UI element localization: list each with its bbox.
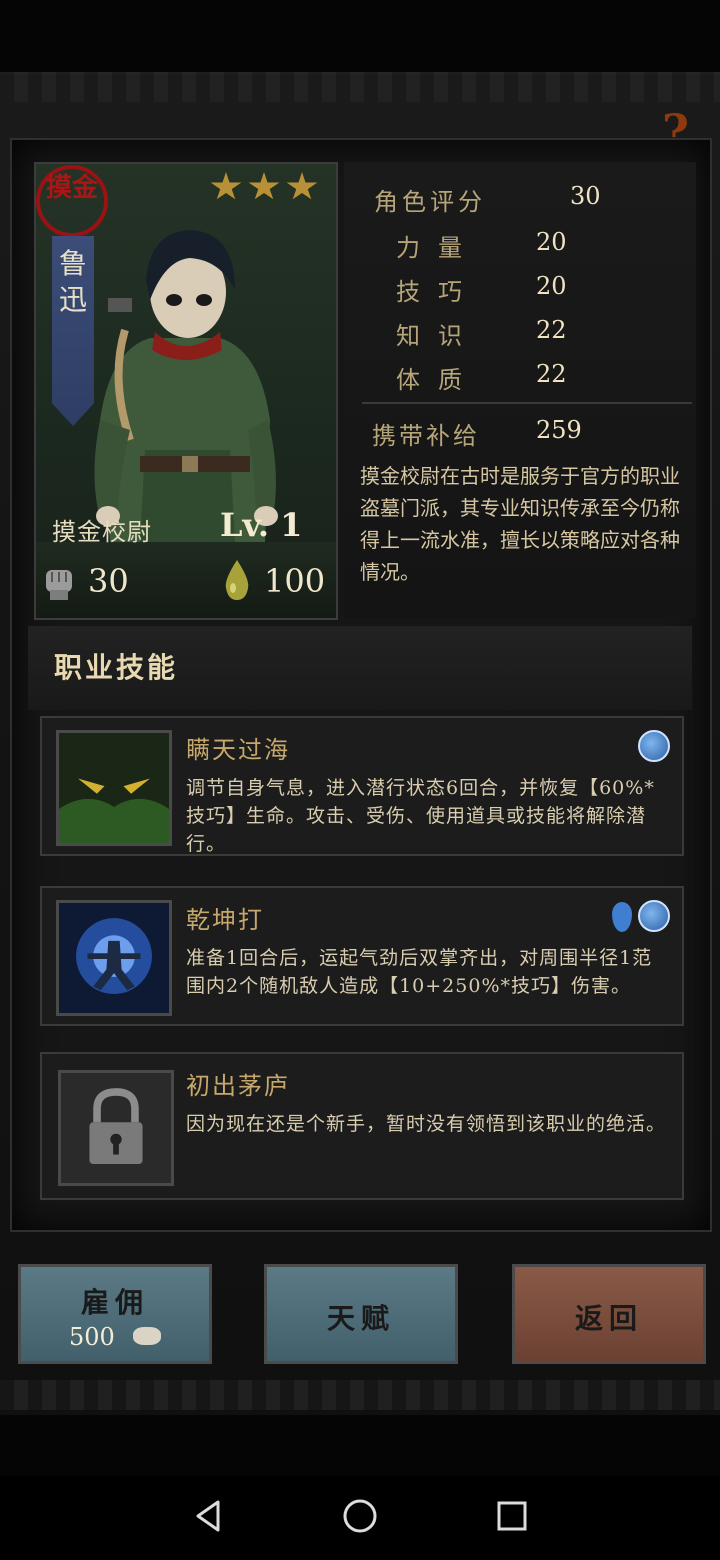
stat-label: 力量 bbox=[396, 234, 480, 262]
stat-value: 259 bbox=[536, 416, 582, 444]
star-icon bbox=[210, 172, 242, 200]
stat-label: 携带补给 bbox=[372, 422, 480, 450]
hero-class: 摸金校尉 bbox=[52, 518, 152, 546]
hire-label: 雇佣 bbox=[80, 1286, 149, 1319]
recents-nav-icon[interactable] bbox=[492, 1496, 532, 1536]
shadow-eyes-icon bbox=[56, 730, 172, 846]
stat-physique: 体质 22 bbox=[344, 360, 696, 396]
skill-description: 调节自身气息，进入潜行状态6回合，并恢复【60%*技巧】生命。攻击、受伤、使用道… bbox=[186, 777, 655, 855]
home-nav-icon[interactable] bbox=[340, 1496, 380, 1536]
stat-rating: 角色评分 30 bbox=[344, 182, 696, 218]
stat-label: 角色评分 bbox=[374, 188, 486, 216]
hp-value: 100 bbox=[264, 562, 326, 600]
divider bbox=[362, 402, 692, 404]
stat-value: 20 bbox=[536, 228, 567, 256]
hire-button[interactable]: 雇佣 500 bbox=[18, 1264, 212, 1364]
skill-card[interactable]: 瞒天过海 调节自身气息，进入潜行状态6回合，并恢复【60%*技巧】生命。攻击、受… bbox=[40, 716, 684, 856]
coin-icon bbox=[133, 1327, 161, 1345]
stat-value: 30 bbox=[570, 182, 601, 210]
skill-name: 初出茅庐 bbox=[186, 1072, 290, 1100]
class-seal: 摸金 bbox=[36, 165, 108, 237]
skills-header: 职业技能 bbox=[54, 651, 179, 684]
hp-drop-icon bbox=[225, 560, 249, 600]
skill-name: 瞒天过海 bbox=[186, 736, 290, 764]
stat-label: 技巧 bbox=[396, 278, 480, 306]
stat-value: 20 bbox=[536, 272, 567, 300]
water-drop-icon bbox=[612, 902, 632, 932]
back-label: 返回 bbox=[574, 1302, 643, 1335]
star-rating bbox=[210, 172, 330, 206]
stat-supply: 携带补给 259 bbox=[344, 416, 696, 452]
hero-name: 鲁迅 bbox=[58, 247, 87, 316]
class-description: 摸金校尉在古时是服务于官方的职业盗墓门派，其专业知识传承至今仍称得上一流水准，擅… bbox=[360, 464, 680, 584]
stat-value: 22 bbox=[536, 360, 567, 388]
hire-cost: 500 bbox=[69, 1323, 115, 1351]
stat-strength: 力量 20 bbox=[344, 228, 696, 264]
stress-value: 30 bbox=[88, 562, 129, 600]
yin-yang-icon bbox=[638, 900, 670, 932]
back-button[interactable]: 返回 bbox=[512, 1264, 706, 1364]
talent-label: 天赋 bbox=[326, 1302, 395, 1335]
fist-icon bbox=[46, 570, 72, 600]
lock-icon bbox=[58, 1070, 174, 1186]
talent-button[interactable]: 天赋 bbox=[264, 1264, 458, 1364]
skill-name: 乾坤打 bbox=[186, 906, 264, 934]
palm-strike-icon bbox=[56, 900, 172, 1016]
skill-description: 准备1回合后，运起气劲后双掌齐出，对周围半径1范围内2个随机敌人造成【10+25… bbox=[186, 947, 653, 997]
stat-label: 知识 bbox=[396, 322, 480, 350]
hero-figure-image bbox=[94, 230, 278, 542]
skill-card[interactable]: 初出茅庐 因为现在还是个新手，暂时没有领悟到该职业的绝活。 bbox=[40, 1052, 684, 1200]
star-icon bbox=[248, 172, 280, 200]
yin-yang-icon bbox=[638, 730, 670, 762]
stat-skill: 技巧 20 bbox=[344, 272, 696, 308]
skill-description: 因为现在还是个新手，暂时没有领悟到该职业的绝活。 bbox=[186, 1113, 667, 1135]
skill-card[interactable]: 乾坤打 准备1回合后，运起气劲后双掌齐出，对周围半径1范围内2个随机敌人造成【1… bbox=[40, 886, 684, 1026]
hero-level: Lv. 1 bbox=[220, 506, 303, 544]
stat-knowledge: 知识 22 bbox=[344, 316, 696, 352]
back-nav-icon[interactable] bbox=[188, 1496, 228, 1536]
star-icon bbox=[286, 172, 318, 200]
stat-value: 22 bbox=[536, 316, 567, 344]
stat-label: 体质 bbox=[396, 366, 480, 394]
frame-bottom-strip bbox=[0, 1380, 720, 1410]
frame-top-strip bbox=[0, 72, 720, 102]
